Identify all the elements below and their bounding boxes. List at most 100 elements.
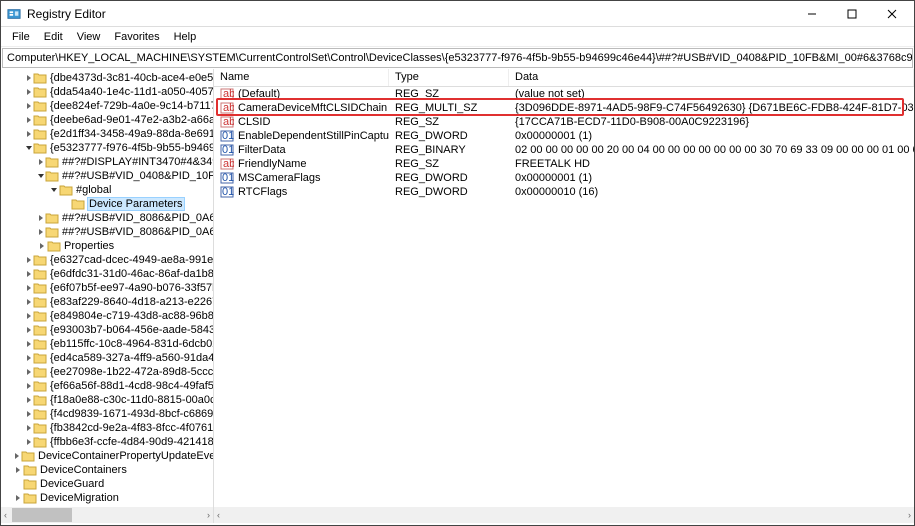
tree-item[interactable]: {fb3842cd-9e2a-4f83-8fcc-4f0761139 [1, 421, 213, 435]
tree-item-label: {e6327cad-dcec-4949-ae8a-991e976 [50, 254, 214, 266]
expand-twisty-icon[interactable] [37, 171, 45, 181]
tree-item-label: {e5323777-f976-4f5b-9b55-b94699c4 [50, 142, 214, 154]
tree-item[interactable]: {e5323777-f976-4f5b-9b55-b94699c4 [1, 141, 213, 155]
tree-item[interactable]: {e2d1ff34-3458-49a9-88da-8e6915c4 [1, 127, 213, 141]
expand-twisty-icon[interactable] [13, 451, 21, 461]
expand-twisty-icon[interactable] [25, 339, 33, 349]
expand-twisty-icon[interactable] [25, 367, 33, 377]
tree-item[interactable]: {dee824ef-729b-4a0e-9c14-b7117d33 [1, 99, 213, 113]
values-list-pane[interactable]: Name Type Data ab(Default)REG_SZ(value n… [214, 69, 914, 507]
tree-item-label: {e6dfdc31-31d0-46ac-86af-da1b8e5 [50, 268, 214, 280]
list-row[interactable]: 011MSCameraFlagsREG_DWORD0x00000001 (1) [214, 171, 914, 185]
value-type: REG_MULTI_SZ [389, 102, 509, 114]
expand-twisty-icon[interactable] [25, 269, 33, 279]
tree-item[interactable]: DeviceGuard [1, 477, 213, 491]
tree-item[interactable]: {f4cd9839-1671-493d-8bcf-c68693ca [1, 407, 213, 421]
value-data: 0x00000001 (1) [509, 172, 914, 184]
tree-item[interactable]: DeviceOverrides [1, 505, 213, 507]
expand-twisty-icon[interactable] [25, 255, 33, 265]
expand-twisty-icon[interactable] [37, 241, 47, 251]
tree-item[interactable]: {f18a0e88-c30c-11d0-8815-00a0c906 [1, 393, 213, 407]
tree-item[interactable]: {e849804e-c719-43d8-ac88-96b894c [1, 309, 213, 323]
expand-twisty-icon[interactable] [49, 185, 59, 195]
expand-twisty-icon[interactable] [25, 409, 33, 419]
binary-value-icon: 011 [220, 185, 234, 199]
address-bar[interactable]: Computer\HKEY_LOCAL_MACHINE\SYSTEM\Curre… [2, 48, 913, 68]
expand-twisty-icon[interactable] [25, 353, 33, 363]
svg-text:011: 011 [222, 172, 234, 184]
list-row[interactable]: abCLSIDREG_SZ{17CCA71B-ECD7-11D0-B908-00… [214, 115, 914, 129]
menu-item[interactable]: Help [167, 29, 204, 45]
tree-item[interactable]: {ed4ca589-327a-4ff9-a560-91da4b48 [1, 351, 213, 365]
tree-item[interactable]: DeviceMigration [1, 491, 213, 505]
menu-item[interactable]: Edit [37, 29, 70, 45]
expand-twisty-icon[interactable] [25, 115, 33, 125]
expand-twisty-icon[interactable] [37, 157, 45, 167]
tree-item[interactable]: {e6f07b5f-ee97-4a90-b076-33f57bf4e [1, 281, 213, 295]
tree-item[interactable]: ##?#DISPLAY#INT3470#4&3499f [1, 155, 213, 169]
tree-item[interactable]: ##?#USB#VID_0408&PID_10FB& [1, 169, 213, 183]
tree-item[interactable]: DeviceContainers [1, 463, 213, 477]
tree-item[interactable]: Device Parameters [1, 197, 213, 211]
folder-icon [23, 506, 37, 507]
tree-item[interactable]: ##?#USB#VID_8086&PID_0A66& [1, 211, 213, 225]
expand-twisty-icon[interactable] [25, 395, 33, 405]
expand-twisty-icon[interactable] [25, 283, 33, 293]
expand-twisty-icon[interactable] [37, 213, 45, 223]
expand-twisty-icon[interactable] [25, 297, 33, 307]
tree-item[interactable]: {e6dfdc31-31d0-46ac-86af-da1b8e5 [1, 267, 213, 281]
tree-item-label: {e83af229-8640-4d18-a213-e22675e [50, 296, 214, 308]
tree-item[interactable]: {e83af229-8640-4d18-a213-e22675e [1, 295, 213, 309]
expand-twisty-icon[interactable] [25, 73, 33, 83]
expand-twisty-icon[interactable] [25, 381, 33, 391]
tree-item[interactable]: {e6327cad-dcec-4949-ae8a-991e976 [1, 253, 213, 267]
menu-item[interactable]: Favorites [107, 29, 166, 45]
expand-twisty-icon[interactable] [13, 479, 23, 489]
header-type[interactable]: Type [389, 69, 509, 86]
tree-item[interactable]: {deebe6ad-9e01-47e2-a3b2-a66aa2c0 [1, 113, 213, 127]
tree-item[interactable]: {ee27098e-1b22-472a-89d8-5ccce168 [1, 365, 213, 379]
list-row[interactable]: 011RTCFlagsREG_DWORD0x00000010 (16) [214, 185, 914, 199]
menu-item[interactable]: View [70, 29, 108, 45]
tree-item[interactable]: Properties [1, 239, 213, 253]
header-data[interactable]: Data [509, 69, 914, 86]
expand-twisty-icon[interactable] [25, 143, 33, 153]
menu-item[interactable]: File [5, 29, 37, 45]
expand-twisty-icon[interactable] [37, 227, 45, 237]
expand-twisty-icon[interactable] [13, 465, 23, 475]
tree-item[interactable]: {e93003b7-b064-456e-aade-5843344 [1, 323, 213, 337]
tree-item[interactable]: {ef66a56f-88d1-4cd8-98c4-49faf57ad [1, 379, 213, 393]
expand-twisty-icon[interactable] [25, 437, 33, 447]
tree-item[interactable]: {eb115ffc-10c8-4964-831d-6dcb02e6 [1, 337, 213, 351]
list-row[interactable]: 011EnableDependentStillPinCaptureREG_DWO… [214, 129, 914, 143]
tree-h-scrollbar[interactable]: ‹ › [1, 507, 214, 523]
tree-item[interactable]: ##?#USB#VID_8086&PID_0A66& [1, 225, 213, 239]
list-row[interactable]: abFriendlyNameREG_SZFREETALK HD [214, 157, 914, 171]
list-h-scrollbar[interactable]: ‹ › [214, 507, 914, 523]
list-header: Name Type Data [214, 69, 914, 87]
tree-item[interactable]: #global [1, 183, 213, 197]
expand-twisty-icon[interactable] [25, 101, 33, 111]
expand-twisty-icon[interactable] [25, 423, 33, 433]
tree-item[interactable]: DeviceContainerPropertyUpdateEvents [1, 449, 213, 463]
maximize-button[interactable] [832, 1, 872, 27]
header-name[interactable]: Name [214, 69, 389, 86]
list-row[interactable]: 011FilterDataREG_BINARY02 00 00 00 00 00… [214, 143, 914, 157]
list-row[interactable]: abCameraDeviceMftCLSIDChainREG_MULTI_SZ{… [214, 101, 914, 115]
folder-icon [33, 352, 47, 364]
tree-item[interactable]: {ffbb6e3f-ccfe-4d84-90d9-421418b03 [1, 435, 213, 449]
expand-twisty-icon[interactable] [25, 325, 33, 335]
tree-item[interactable]: {dbe4373d-3c81-40cb-ace4-e0e5d05f [1, 71, 213, 85]
close-button[interactable] [872, 1, 912, 27]
expand-twisty-icon[interactable] [61, 199, 71, 209]
list-row[interactable]: ab(Default)REG_SZ(value not set) [214, 87, 914, 101]
expand-twisty-icon[interactable] [13, 493, 23, 503]
folder-icon [33, 72, 47, 84]
expand-twisty-icon[interactable] [25, 311, 33, 321]
tree-item[interactable]: {dda54a40-1e4c-11d1-a050-405705c1 [1, 85, 213, 99]
tree-pane[interactable]: {dbe4373d-3c81-40cb-ace4-e0e5d05f{dda54a… [1, 69, 214, 507]
expand-twisty-icon[interactable] [25, 87, 33, 97]
expand-twisty-icon[interactable] [25, 129, 33, 139]
string-value-icon: ab [220, 115, 234, 129]
minimize-button[interactable] [792, 1, 832, 27]
